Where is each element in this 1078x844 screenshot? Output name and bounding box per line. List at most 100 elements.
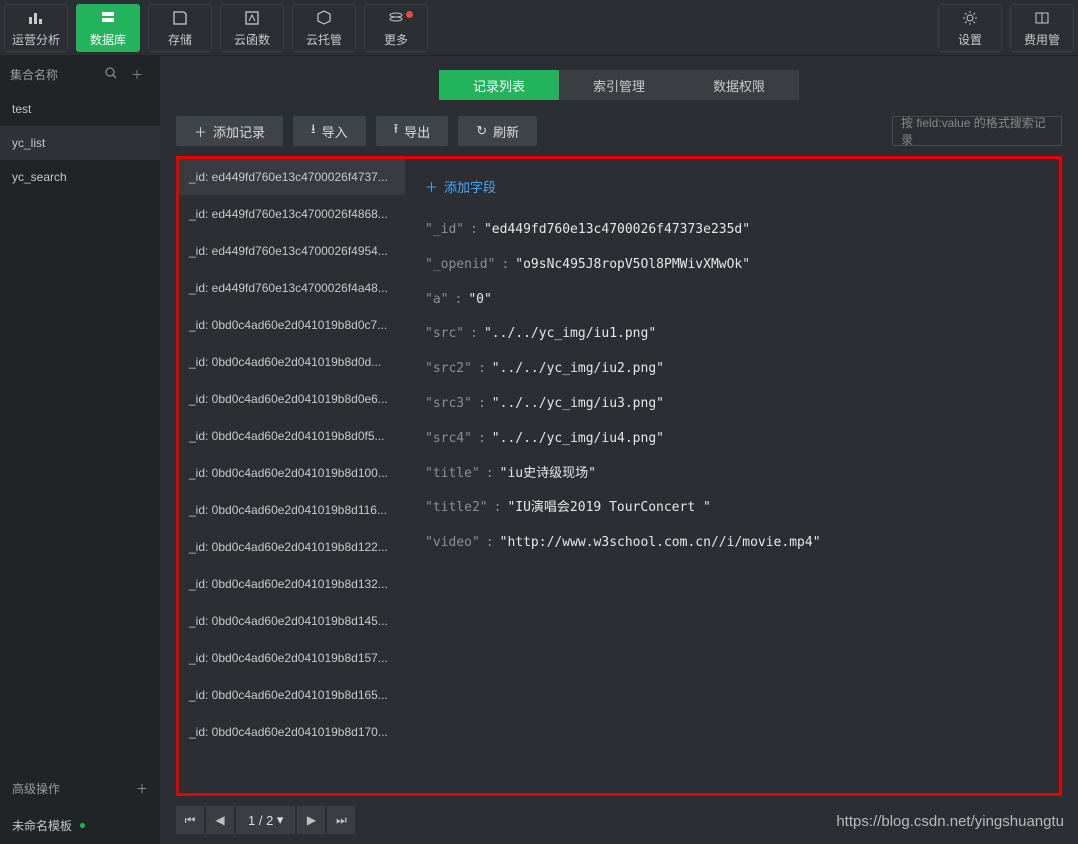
record-item[interactable]: _id: 0bd0c4ad60e2d041019b8d0c7...	[179, 307, 405, 344]
field-row[interactable]: "video":"http://www.w3school.com.cn//i/m…	[425, 533, 1039, 554]
record-item[interactable]: _id: 0bd0c4ad60e2d041019b8d100...	[179, 455, 405, 492]
record-item[interactable]: _id: 0bd0c4ad60e2d041019b8d122...	[179, 529, 405, 566]
nav-label: 更多	[384, 31, 408, 48]
field-key: "title2"	[425, 500, 488, 515]
record-item[interactable]: _id: 0bd0c4ad60e2d041019b8d0d...	[179, 344, 405, 381]
record-item[interactable]: _id: 0bd0c4ad60e2d041019b8d157...	[179, 640, 405, 677]
record-item[interactable]: _id: 0bd0c4ad60e2d041019b8d0e6...	[179, 381, 405, 418]
gear-icon	[961, 9, 979, 27]
nav-database[interactable]: 数据库	[76, 4, 140, 52]
nav-cloudhost[interactable]: 云托管	[292, 4, 356, 52]
field-value: "../../yc_img/iu1.png"	[484, 326, 656, 341]
record-item[interactable]: _id: 0bd0c4ad60e2d041019b8d132...	[179, 566, 405, 603]
nav-label: 云托管	[306, 31, 342, 48]
field-value: "0"	[468, 292, 491, 307]
field-key: "_id"	[425, 222, 464, 237]
tab-1[interactable]: 索引管理	[559, 70, 679, 100]
download-icon: ⭳	[311, 120, 316, 142]
record-item[interactable]: _id: ed449fd760e13c4700026f4737...	[179, 159, 405, 196]
page-indicator: 1 / 2 ▾	[236, 806, 295, 834]
nav-label: 运营分析	[12, 31, 60, 48]
record-item[interactable]: _id: 0bd0c4ad60e2d041019b8d145...	[179, 603, 405, 640]
first-page-button[interactable]: ⏮	[176, 806, 204, 834]
add-icon[interactable]: ＋	[136, 780, 148, 797]
sidebar-section: 高级操作	[12, 780, 136, 797]
sidebar: 集合名称 ＋ testyc_listyc_search 高级操作 ＋ 未命名模板	[0, 56, 160, 844]
nav-analytics[interactable]: 运营分析	[4, 4, 68, 52]
record-list: _id: ed449fd760e13c4700026f4737..._id: e…	[179, 159, 405, 793]
field-row[interactable]: "_id":"ed449fd760e13c4700026f47373e235d"	[425, 220, 1039, 241]
sidebar-item-test[interactable]: test	[0, 92, 160, 126]
field-row[interactable]: "title2":"IU演唱会2019 TourConcert "	[425, 498, 1039, 519]
template-label: 未命名模板	[12, 817, 72, 834]
top-nav: 运营分析 数据库 存储 云函数 云托管 更多 设置	[0, 0, 1078, 56]
field-key: "title"	[425, 466, 480, 481]
sidebar-item-yc_search[interactable]: yc_search	[0, 160, 160, 194]
nav-storage[interactable]: 存储	[148, 4, 212, 52]
prev-page-button[interactable]: ◀	[206, 806, 234, 834]
field-key: "src"	[425, 326, 464, 341]
last-page-button[interactable]: ⏭	[327, 806, 355, 834]
field-key: "src4"	[425, 431, 472, 446]
field-key: "_openid"	[425, 257, 495, 272]
record-detail: ＋添加字段 "_id":"ed449fd760e13c4700026f47373…	[405, 159, 1059, 793]
field-value: "../../yc_img/iu3.png"	[492, 396, 664, 411]
field-value: "http://www.w3school.com.cn//i/movie.mp4…	[500, 535, 821, 550]
import-button[interactable]: ⭳导入	[293, 116, 366, 146]
record-item[interactable]: _id: ed449fd760e13c4700026f4a48...	[179, 270, 405, 307]
nav-settings[interactable]: 设置	[938, 4, 1002, 52]
add-record-button[interactable]: ＋添加记录	[176, 116, 283, 146]
field-row[interactable]: "src4":"../../yc_img/iu4.png"	[425, 429, 1039, 450]
field-row[interactable]: "src3":"../../yc_img/iu3.png"	[425, 394, 1039, 415]
billing-icon	[1033, 9, 1051, 27]
field-value: "../../yc_img/iu2.png"	[492, 361, 664, 376]
plus-icon: ＋	[194, 122, 207, 141]
field-row[interactable]: "src2":"../../yc_img/iu2.png"	[425, 359, 1039, 380]
next-page-button[interactable]: ▶	[297, 806, 325, 834]
field-key: "src3"	[425, 396, 472, 411]
database-icon	[99, 9, 117, 27]
sidebar-item-yc_list[interactable]: yc_list	[0, 126, 160, 160]
field-key: "a"	[425, 292, 448, 307]
tab-0[interactable]: 记录列表	[439, 70, 559, 100]
watermark: https://blog.csdn.net/yingshuangtu	[836, 813, 1064, 830]
field-key: "src2"	[425, 361, 472, 376]
field-value: "../../yc_img/iu4.png"	[492, 431, 664, 446]
nav-more[interactable]: 更多	[364, 4, 428, 52]
export-button[interactable]: ⭱导出	[376, 116, 449, 146]
field-row[interactable]: "title":"iu史诗级现场"	[425, 464, 1039, 485]
upload-icon: ⭱	[394, 120, 399, 142]
search-input[interactable]: 按 field:value 的格式搜索记录	[892, 116, 1062, 146]
nav-cloudfn[interactable]: 云函数	[220, 4, 284, 52]
add-icon[interactable]: ＋	[124, 66, 150, 83]
record-item[interactable]: _id: 0bd0c4ad60e2d041019b8d0f5...	[179, 418, 405, 455]
record-item[interactable]: _id: ed449fd760e13c4700026f4954...	[179, 233, 405, 270]
chart-icon	[27, 9, 45, 27]
field-key: "video"	[425, 535, 480, 550]
add-field-button[interactable]: ＋添加字段	[425, 177, 1039, 196]
sidebar-title: 集合名称	[10, 66, 98, 83]
record-item[interactable]: _id: 0bd0c4ad60e2d041019b8d170...	[179, 714, 405, 751]
plus-icon: ＋	[425, 177, 438, 196]
field-row[interactable]: "src":"../../yc_img/iu1.png"	[425, 324, 1039, 345]
function-icon	[243, 9, 261, 27]
field-value: "ed449fd760e13c4700026f47373e235d"	[484, 222, 750, 237]
stack-icon	[387, 9, 405, 27]
record-item[interactable]: _id: 0bd0c4ad60e2d041019b8d165...	[179, 677, 405, 714]
save-icon	[171, 9, 189, 27]
nav-billing[interactable]: 费用管	[1010, 4, 1074, 52]
template-item[interactable]: 未命名模板	[0, 807, 160, 844]
field-row[interactable]: "_openid":"o9sNc495J8ropV5Ol8PMWivXMwOk"	[425, 255, 1039, 276]
search-icon[interactable]	[98, 66, 124, 83]
record-item[interactable]: _id: ed449fd760e13c4700026f4868...	[179, 196, 405, 233]
tab-2[interactable]: 数据权限	[679, 70, 799, 100]
record-item[interactable]: _id: 0bd0c4ad60e2d041019b8d116...	[179, 492, 405, 529]
nav-label: 数据库	[90, 31, 126, 48]
cube-icon	[315, 9, 333, 27]
tabs: 记录列表索引管理数据权限	[160, 56, 1078, 110]
status-dot	[80, 823, 85, 828]
field-row[interactable]: "a":"0"	[425, 290, 1039, 311]
nav-label: 云函数	[234, 31, 270, 48]
refresh-button[interactable]: ↻刷新	[458, 116, 537, 146]
field-value: "o9sNc495J8ropV5Ol8PMWivXMwOk"	[515, 257, 750, 272]
